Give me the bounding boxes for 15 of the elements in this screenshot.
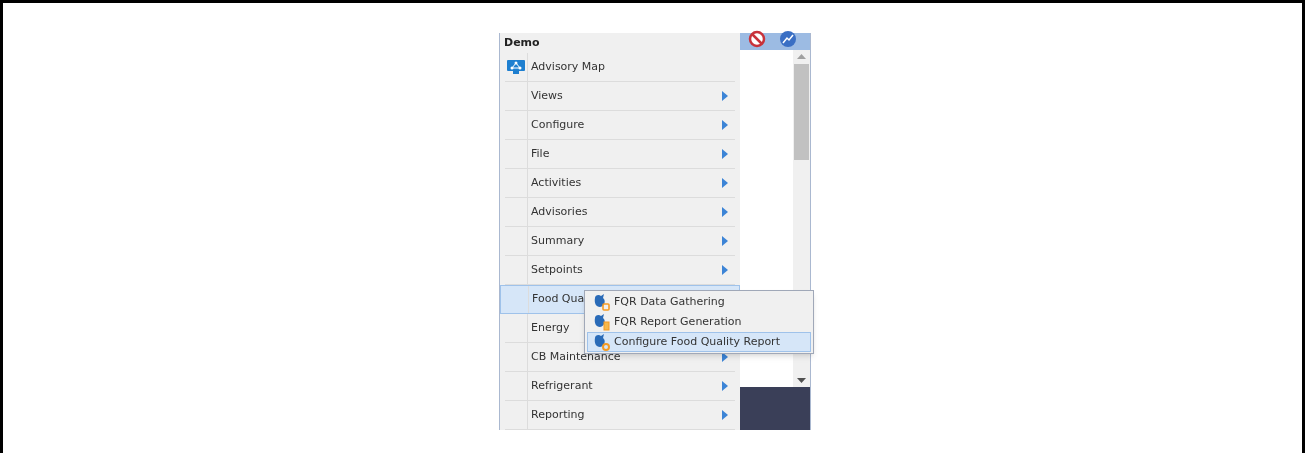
menu-item-label: Food Qua	[532, 291, 585, 308]
menu-item-label: Summary	[531, 232, 585, 249]
menu-title: Demo	[503, 35, 541, 51]
menu-item-label: Reporting	[531, 406, 585, 423]
menu-item-label: Setpoints	[531, 261, 583, 278]
menu-item-label: Advisories	[531, 203, 588, 220]
menu-item-label: Views	[531, 87, 563, 104]
menu-item-label: Configure	[531, 116, 585, 133]
submenu-item-label: FQR Report Generation	[614, 313, 742, 330]
menu-item-label: Activities	[531, 174, 582, 191]
submenu-item-label: FQR Data Gathering	[614, 293, 725, 310]
menu-item-label: File	[531, 145, 550, 162]
menu-item-label: Refrigerant	[531, 377, 593, 394]
menu-item-label: Energy	[531, 319, 570, 336]
menu-item-label: Advisory Map	[531, 58, 606, 75]
